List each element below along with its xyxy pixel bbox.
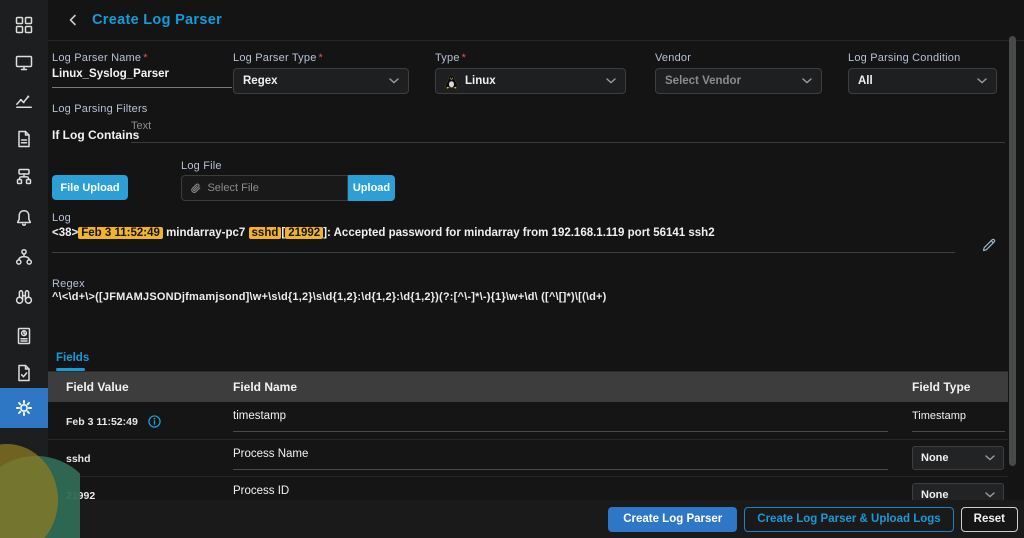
- log-segment: ]: Accepted password for mindarray from …: [323, 227, 715, 239]
- chevron-down-icon: [389, 78, 399, 84]
- binoculars-icon: [15, 290, 33, 304]
- select-file-input[interactable]: [207, 182, 339, 194]
- log-parsing-filters-label: Log Parsing Filters: [52, 103, 148, 115]
- vendor-label: Vendor: [655, 52, 692, 64]
- sidebar-item-settings[interactable]: [0, 388, 48, 428]
- page-title: Create Log Parser: [92, 12, 223, 28]
- log-parser-type-label: Log Parser Type *: [233, 52, 323, 64]
- vendor-select[interactable]: Select Vendor: [655, 68, 822, 94]
- log-parser-type-select[interactable]: Regex: [233, 68, 409, 94]
- hierarchy-icon: [15, 248, 33, 265]
- gear-icon: [15, 399, 33, 417]
- document-icon: [18, 130, 30, 148]
- log-file-label: Log File: [181, 160, 222, 172]
- upload-button[interactable]: Upload: [348, 175, 395, 201]
- paperclip-icon: [191, 183, 201, 193]
- regex-label: Regex: [52, 278, 85, 290]
- required-asterisk: *: [318, 52, 323, 64]
- sidebar-item-discovery[interactable]: [0, 282, 48, 312]
- field-value-text: sshd: [66, 453, 91, 465]
- column-field-type: Field Type: [912, 380, 971, 394]
- info-icon[interactable]: [148, 415, 161, 428]
- create-log-parser-button[interactable]: Create Log Parser: [608, 506, 738, 532]
- table-row: sshd None: [48, 440, 1008, 477]
- required-asterisk: *: [143, 52, 148, 64]
- edit-log-button[interactable]: [980, 236, 998, 254]
- regex-value: ^\<\d+\>([JFMAMJSONDjfmamjsond]\w+\s\d{1…: [52, 291, 607, 303]
- select-file-field[interactable]: [181, 175, 348, 201]
- if-log-contains-input[interactable]: [131, 120, 1005, 143]
- type-value: Linux: [465, 75, 496, 87]
- log-segment-highlight: sshd: [248, 227, 282, 239]
- field-type-value: None: [921, 452, 949, 464]
- log-segment-highlight: Feb 3 11:52:49: [78, 227, 163, 239]
- document-check-icon: [18, 364, 30, 382]
- back-button[interactable]: [63, 10, 83, 30]
- field-value-cell: Feb 3 11:52:49: [66, 415, 161, 428]
- vertical-scrollbar[interactable]: [1009, 36, 1016, 466]
- pencil-icon: [982, 238, 996, 252]
- field-value-cell: sshd: [66, 453, 91, 465]
- file-upload-button[interactable]: File Upload: [52, 175, 128, 200]
- log-parsing-condition-label: Log Parsing Condition: [848, 52, 961, 64]
- sidebar: [0, 0, 48, 538]
- dashboard-grid-icon: [15, 16, 33, 34]
- server-network-icon: [16, 168, 32, 185]
- log-parser-type-value: Regex: [243, 75, 278, 87]
- sidebar-item-topology[interactable]: [0, 242, 48, 272]
- log-label: Log: [52, 212, 71, 224]
- field-type-value: Timestamp: [912, 410, 1005, 432]
- column-field-name: Field Name: [233, 380, 298, 394]
- page-header: Create Log Parser: [48, 0, 1024, 41]
- sidebar-item-logs[interactable]: [0, 124, 48, 154]
- type-select[interactable]: Linux: [435, 68, 626, 94]
- report-clock-icon: [17, 327, 31, 345]
- log-underline: [52, 252, 955, 253]
- bell-icon: [17, 210, 31, 226]
- if-log-contains-label: If Log Contains: [52, 128, 140, 142]
- trend-chart-icon: [16, 95, 32, 108]
- field-value-text: Feb 3 11:52:49: [66, 415, 138, 428]
- log-parser-name-input[interactable]: [52, 68, 232, 88]
- create-log-parser-upload-logs-button[interactable]: Create Log Parser & Upload Logs: [744, 506, 954, 532]
- sidebar-item-monitoring[interactable]: [0, 48, 48, 78]
- field-name-input[interactable]: [233, 410, 888, 432]
- sidebar-item-reports[interactable]: [0, 321, 48, 351]
- field-name-input[interactable]: [233, 448, 888, 470]
- log-sample-line: <38> Feb 3 11:52:49 mindarray-pc7 sshd[21…: [52, 227, 952, 239]
- chevron-down-icon: [985, 492, 995, 498]
- tab-fields[interactable]: Fields: [56, 352, 89, 364]
- chevron-down-icon: [802, 78, 812, 84]
- field-type-select[interactable]: None: [912, 446, 1004, 470]
- sidebar-item-alerts[interactable]: [0, 203, 48, 233]
- chevron-down-icon: [985, 455, 995, 461]
- column-field-value: Field Value: [66, 380, 129, 394]
- sidebar-item-infrastructure[interactable]: [0, 162, 48, 192]
- chevron-left-icon: [69, 14, 76, 26]
- type-label: Type *: [435, 52, 467, 64]
- table-header: Field Value Field Name Field Type: [48, 372, 1008, 402]
- vendor-placeholder: Select Vendor: [665, 75, 742, 87]
- reset-button[interactable]: Reset: [960, 506, 1018, 532]
- sidebar-item-dashboard[interactable]: [0, 10, 48, 40]
- log-segment-highlight: 21992: [285, 227, 324, 239]
- sidebar-item-metrics[interactable]: [0, 86, 48, 116]
- chevron-down-icon: [977, 78, 987, 84]
- create-log-parser-page: Create Log Parser Log Parser Name* Log P…: [0, 0, 1024, 538]
- log-parsing-condition-select[interactable]: All: [848, 68, 997, 94]
- chevron-down-icon: [606, 78, 616, 84]
- table-row: Feb 3 11:52:49 Timestamp: [48, 402, 1008, 440]
- log-segment: mindarray-pc7: [162, 227, 249, 239]
- condition-value: All: [858, 75, 873, 87]
- action-bar: Create Log Parser Create Log Parser & Up…: [48, 500, 1024, 538]
- linux-penguin-icon: [445, 74, 458, 89]
- log-segment: <38>: [52, 227, 79, 239]
- monitor-icon: [15, 55, 33, 71]
- required-asterisk: *: [461, 52, 467, 64]
- log-parser-name-label: Log Parser Name *: [52, 52, 148, 64]
- sidebar-item-compliance[interactable]: [0, 358, 48, 388]
